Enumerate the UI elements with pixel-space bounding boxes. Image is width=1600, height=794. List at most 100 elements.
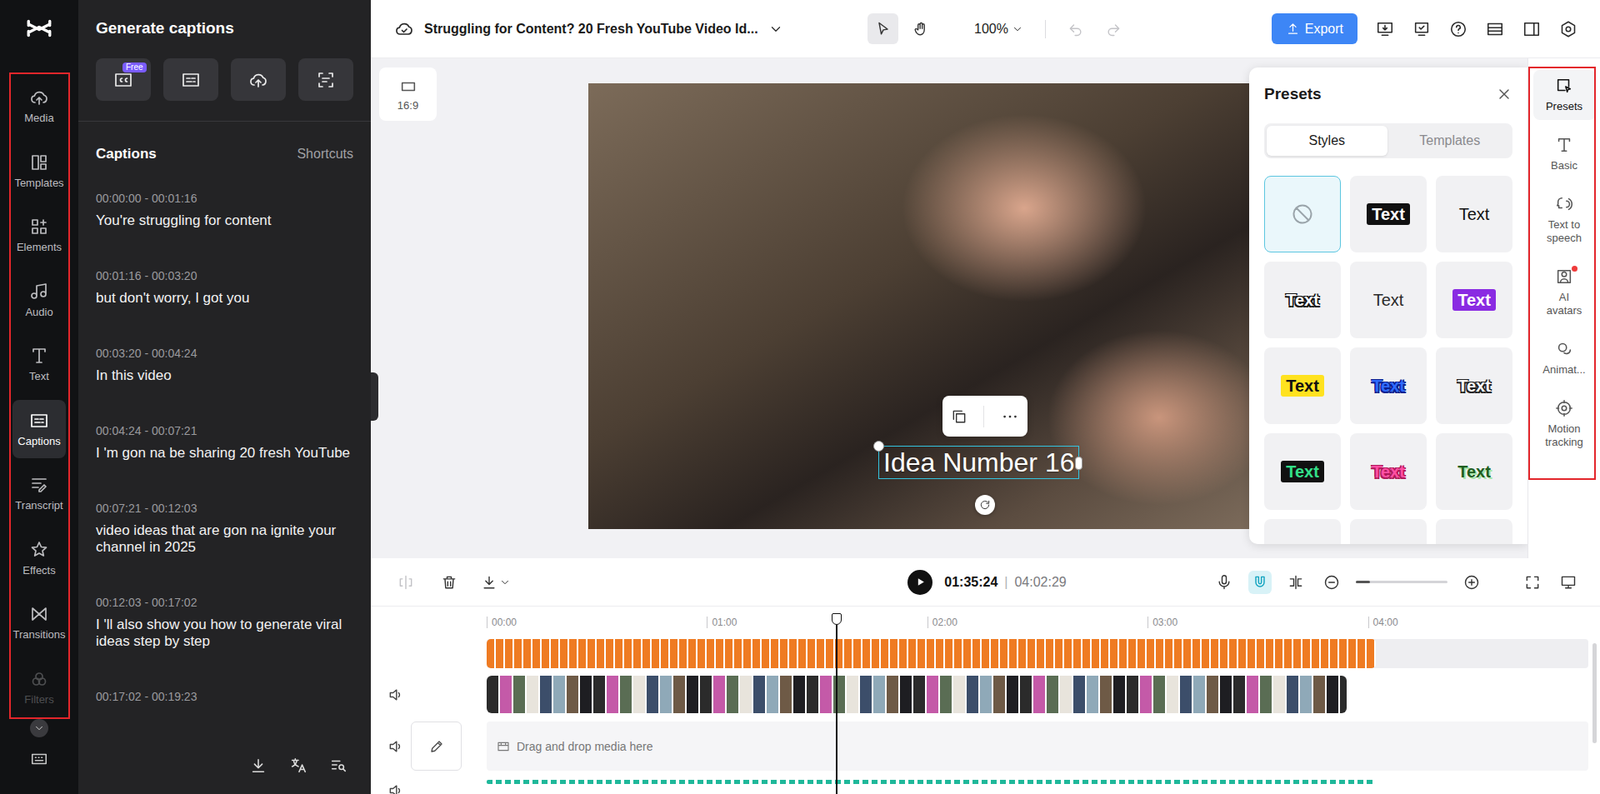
caption-item[interactable]: 00:01:16 - 00:03:20 but don't worry, I g… bbox=[95, 268, 354, 307]
preview-button[interactable] bbox=[1556, 570, 1580, 595]
tab[interactable]: Templates bbox=[1390, 125, 1511, 156]
ratio-button[interactable]: 16:9 bbox=[379, 67, 437, 121]
tool-button[interactable] bbox=[867, 13, 899, 45]
video-clips[interactable] bbox=[486, 675, 1347, 714]
project-title[interactable]: Struggling for Content? 20 Fresh YouTube… bbox=[424, 21, 759, 37]
caption-item[interactable]: 00:17:02 - 00:19:23 bbox=[95, 689, 354, 705]
generate-button[interactable] bbox=[163, 58, 219, 101]
style-preset[interactable] bbox=[1264, 175, 1341, 253]
collapse-tab[interactable] bbox=[370, 372, 379, 421]
record-button[interactable] bbox=[1212, 570, 1236, 595]
rail-item[interactable]: Templates bbox=[12, 141, 66, 200]
rail-item[interactable]: Captions bbox=[12, 400, 66, 459]
caption-text[interactable]: I 'll also show you how to generate vira… bbox=[95, 616, 354, 650]
scrollbar[interactable] bbox=[1592, 643, 1597, 744]
rail-item[interactable]: Media bbox=[12, 76, 66, 135]
delete-button[interactable] bbox=[437, 570, 461, 595]
track-lane[interactable] bbox=[486, 778, 1589, 794]
tool-button[interactable] bbox=[905, 13, 936, 45]
canvas-text[interactable]: Idea Number 16 bbox=[878, 445, 1080, 480]
play-button[interactable] bbox=[907, 570, 933, 595]
zoom-slider[interactable] bbox=[1355, 580, 1448, 584]
download-button[interactable] bbox=[249, 756, 268, 775]
caption-text[interactable]: video ideas that are gon na ignite your … bbox=[95, 522, 354, 556]
logo[interactable] bbox=[0, 0, 79, 57]
split-button[interactable] bbox=[1284, 570, 1308, 595]
check-button[interactable] bbox=[1412, 20, 1431, 39]
tab[interactable]: Styles bbox=[1266, 125, 1388, 156]
search-button[interactable] bbox=[329, 756, 348, 775]
shortcuts-link[interactable]: Shortcuts bbox=[296, 145, 354, 164]
caption-item[interactable]: 00:03:20 - 00:04:24 In this video bbox=[95, 345, 354, 385]
style-preset[interactable]: Text bbox=[1350, 261, 1427, 339]
more-button[interactable] bbox=[1000, 407, 1020, 426]
rail-item[interactable]: Transitions bbox=[12, 593, 66, 652]
mute-button[interactable] bbox=[387, 782, 405, 794]
duplicate-button[interactable] bbox=[950, 408, 968, 425]
property-tab[interactable]: Animat... bbox=[1533, 333, 1596, 384]
style-preset[interactable]: Text bbox=[1264, 347, 1341, 425]
property-tab[interactable]: Presets bbox=[1533, 70, 1596, 120]
rail-item[interactable]: Filters bbox=[12, 658, 66, 717]
undo-button[interactable] bbox=[1060, 13, 1092, 45]
fit-button[interactable] bbox=[1520, 570, 1545, 595]
rail-item[interactable]: Elements bbox=[12, 205, 66, 265]
style-preset[interactable]: Text bbox=[1435, 433, 1513, 510]
style-preset[interactable] bbox=[1264, 519, 1341, 545]
zoom-in-button[interactable] bbox=[1460, 570, 1484, 595]
track-lane[interactable] bbox=[486, 675, 1589, 714]
zoom-out-button[interactable] bbox=[1320, 570, 1344, 595]
monitor-download-button[interactable] bbox=[1375, 20, 1395, 39]
caption-clips[interactable] bbox=[486, 639, 1376, 669]
style-preset[interactable]: Text bbox=[1435, 261, 1513, 339]
export-button[interactable]: Export bbox=[1271, 13, 1358, 45]
track-lane[interactable] bbox=[486, 639, 1589, 669]
translate-button[interactable] bbox=[289, 756, 308, 775]
track-lane[interactable]: Drag and drop media here bbox=[486, 721, 1589, 771]
generate-button[interactable] bbox=[298, 58, 354, 101]
caption-item[interactable]: 00:12:03 - 00:17:02 I 'll also show you … bbox=[95, 595, 354, 650]
generate-button[interactable]: Free bbox=[95, 58, 151, 101]
caption-text[interactable]: I 'm gon na be sharing 20 fresh YouTube bbox=[95, 445, 354, 462]
caption-text[interactable]: but don't worry, I got you bbox=[95, 290, 354, 307]
time-ruler[interactable]: 00:0001:0002:0003:0004:00 bbox=[486, 606, 1589, 640]
style-preset[interactable]: Text bbox=[1264, 433, 1341, 510]
rail-item[interactable]: Audio bbox=[12, 270, 66, 330]
property-tab[interactable]: Motion tracking bbox=[1533, 392, 1596, 456]
caption-text[interactable]: In this video bbox=[95, 367, 354, 385]
style-preset[interactable] bbox=[1350, 519, 1427, 545]
split-button[interactable] bbox=[394, 570, 418, 595]
shortcuts-button[interactable] bbox=[30, 750, 49, 769]
caption-item[interactable]: 00:00:00 - 00:01:16 You're struggling fo… bbox=[95, 190, 354, 230]
audio-clip[interactable] bbox=[486, 780, 1376, 785]
caption-item[interactable]: 00:07:21 - 00:12:03 video ideas that are… bbox=[95, 500, 354, 556]
style-preset[interactable]: Text bbox=[1350, 433, 1427, 510]
zoom-dropdown[interactable]: 100% bbox=[974, 21, 1024, 37]
edit-track-button[interactable] bbox=[410, 721, 462, 771]
caption-text[interactable]: You're struggling for content bbox=[95, 212, 354, 230]
scroll-down-button[interactable] bbox=[30, 719, 49, 738]
resize-handle[interactable] bbox=[1075, 456, 1083, 470]
style-preset[interactable]: Text bbox=[1350, 175, 1427, 253]
style-preset[interactable]: Text bbox=[1435, 175, 1513, 253]
caption-item[interactable]: 00:04:24 - 00:07:21 I 'm gon na be shari… bbox=[95, 423, 354, 462]
property-tab[interactable]: AI avatars bbox=[1533, 260, 1596, 325]
redo-button[interactable] bbox=[1098, 13, 1130, 45]
mute-button[interactable] bbox=[387, 738, 405, 755]
close-button[interactable] bbox=[1495, 85, 1513, 103]
settings-button[interactable] bbox=[1559, 20, 1578, 39]
style-preset[interactable]: Text bbox=[1435, 347, 1513, 425]
style-preset[interactable]: Text bbox=[1350, 347, 1427, 425]
sidebar-button[interactable] bbox=[1522, 20, 1541, 39]
generate-button[interactable] bbox=[230, 58, 286, 101]
property-tab[interactable]: Basic bbox=[1533, 129, 1596, 180]
rail-item[interactable]: Text bbox=[12, 335, 66, 394]
snap-button[interactable] bbox=[1248, 570, 1272, 595]
mute-button[interactable] bbox=[387, 686, 405, 704]
download-button[interactable] bbox=[480, 570, 511, 595]
rail-item[interactable]: Transcript bbox=[12, 464, 66, 523]
layers-button[interactable] bbox=[1485, 20, 1505, 39]
style-preset[interactable] bbox=[1435, 519, 1513, 545]
resize-handle[interactable] bbox=[873, 440, 885, 452]
rotate-handle[interactable] bbox=[975, 495, 995, 515]
